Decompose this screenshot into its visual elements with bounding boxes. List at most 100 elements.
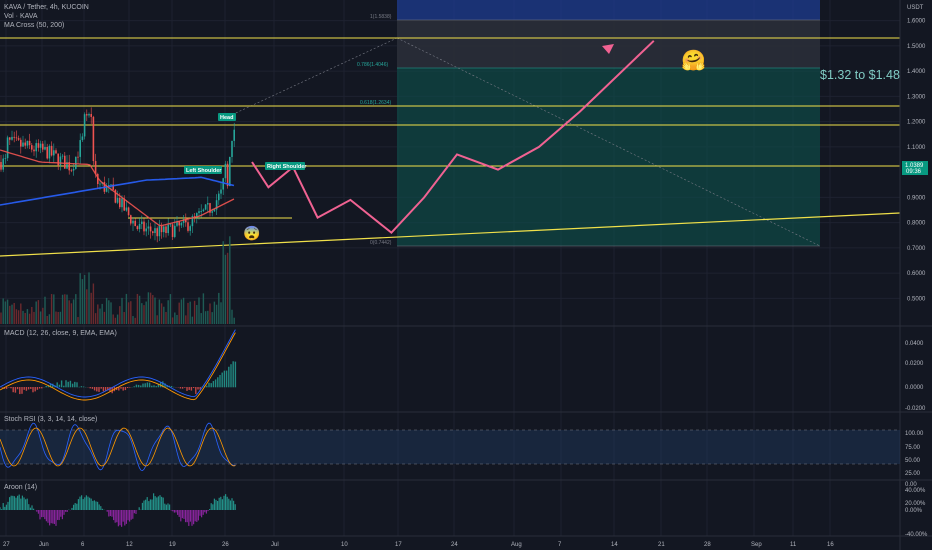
volume-bar — [233, 317, 235, 324]
trading-chart[interactable]: 1(1.5838) 0.786(1.4046) 0.618(1.2634) 0(… — [0, 0, 932, 550]
aroon-bar — [49, 510, 51, 526]
candle-body — [83, 114, 86, 137]
aroon-bar — [221, 499, 223, 510]
candle-body — [167, 224, 169, 234]
aroon-bar — [82, 499, 84, 510]
volume-bar — [66, 294, 68, 324]
ma-cross-label[interactable]: MA Cross (50, 200) — [4, 21, 89, 30]
aroon-bar — [172, 510, 174, 512]
candle-body — [37, 143, 40, 148]
aroon-bar — [52, 510, 54, 524]
aroon-bar — [191, 510, 193, 526]
candle-body — [134, 220, 136, 227]
aroon-bar — [197, 510, 199, 521]
price-tick: 1.5000 — [907, 44, 926, 50]
candle-body — [174, 225, 176, 237]
volume-bar — [189, 301, 191, 324]
volume-bar — [75, 294, 77, 324]
candle-body — [70, 170, 73, 172]
aroon-bar — [79, 496, 81, 510]
aroon-bar — [42, 510, 44, 518]
aroon-bar — [173, 510, 175, 513]
aroon-bar — [146, 497, 148, 510]
time-tick: 6 — [81, 542, 85, 548]
volume-bar — [163, 306, 165, 324]
aroon-bar — [58, 510, 60, 521]
macd-histogram-bar — [74, 381, 76, 388]
aroon-bar — [101, 508, 103, 510]
time-tick: Aug — [511, 542, 522, 548]
aroon-bar — [129, 510, 131, 522]
header-legend: KAVA / Tether, 4h, KUCOIN Vol · KAVA MA … — [4, 3, 89, 30]
aroon-label[interactable]: Aroon (14) — [4, 483, 37, 492]
time-tick: Jul — [271, 542, 279, 548]
volume-bar — [83, 274, 86, 324]
aroon-bar — [223, 495, 225, 510]
fib-zero-label: 0(0.7442) — [370, 240, 392, 246]
aroon-bar — [233, 500, 235, 510]
aroon-bar — [89, 497, 91, 510]
macd-histogram-bar — [212, 381, 215, 388]
candle-body — [220, 189, 222, 194]
macd-histogram-bar — [36, 387, 39, 390]
aroon-bar — [73, 504, 75, 510]
aroon-bar — [161, 496, 163, 510]
volume-bar — [215, 304, 218, 324]
macd-histogram-bar — [93, 387, 96, 391]
volume-bar — [68, 300, 70, 324]
macd-label[interactable]: MACD (12, 26, close, 9, EMA, EMA) — [4, 329, 117, 338]
aroon-bar — [100, 506, 102, 510]
aroon-bar — [13, 496, 15, 510]
volume-bar — [204, 311, 207, 324]
aroon-bar — [57, 510, 59, 520]
volume-label[interactable]: Vol · KAVA — [4, 12, 89, 21]
aroon-bar — [111, 510, 113, 517]
macd-tick: -0.0200 — [905, 406, 926, 412]
aroon-bar — [218, 497, 220, 510]
candle-body — [136, 226, 139, 230]
time-tick: 24 — [451, 542, 458, 548]
macd-histogram-bar — [181, 387, 184, 389]
volume-bar — [97, 304, 99, 324]
aroon-pane[interactable] — [0, 493, 236, 527]
head-tag: Head — [220, 115, 233, 121]
volume-bar — [37, 300, 40, 324]
fib-top-label: 1(1.5838) — [370, 14, 392, 20]
candle-body — [187, 222, 189, 231]
candle-body — [77, 156, 79, 158]
left-shoulder-tag: Left Shoulder — [186, 168, 222, 174]
volume-bar — [222, 241, 224, 324]
price-tick: 1.3000 — [907, 94, 926, 100]
stoch-label[interactable]: Stoch RSI (3, 3, 14, 14, close) — [4, 415, 97, 424]
right-shoulder-tag: Right Shoulder — [267, 164, 307, 170]
candle-body — [189, 226, 191, 231]
candle-body — [26, 140, 29, 146]
macd-histogram-bar — [41, 387, 43, 389]
macd-pane[interactable] — [0, 329, 237, 401]
aroon-bar — [167, 503, 169, 510]
aroon-bar — [185, 510, 187, 523]
candle-body — [154, 228, 156, 234]
aroon-bar — [20, 498, 22, 510]
aroon-bar — [145, 499, 147, 510]
volume-bar — [72, 299, 75, 324]
time-tick: 11 — [790, 542, 797, 548]
candle-body — [39, 143, 42, 148]
symbol-title[interactable]: KAVA / Tether, 4h, KUCOIN — [4, 3, 89, 12]
aroon-bar — [154, 496, 156, 510]
candle-body — [61, 155, 64, 157]
macd-histogram-bar — [102, 387, 105, 392]
aroon-bar — [45, 510, 47, 522]
candle-body — [165, 226, 167, 234]
aroon-bar — [39, 510, 41, 520]
macd-histogram-bar — [21, 387, 23, 394]
volume-bar — [154, 297, 156, 324]
candle-body — [127, 207, 130, 216]
volume-bar — [15, 309, 18, 324]
macd-histogram-bar — [148, 382, 151, 388]
candle-body — [110, 184, 112, 186]
aroon-bar — [138, 507, 140, 510]
volume-bar — [110, 302, 112, 324]
stoch-tick: 100.00 — [905, 431, 924, 437]
volume-bar — [207, 310, 209, 324]
